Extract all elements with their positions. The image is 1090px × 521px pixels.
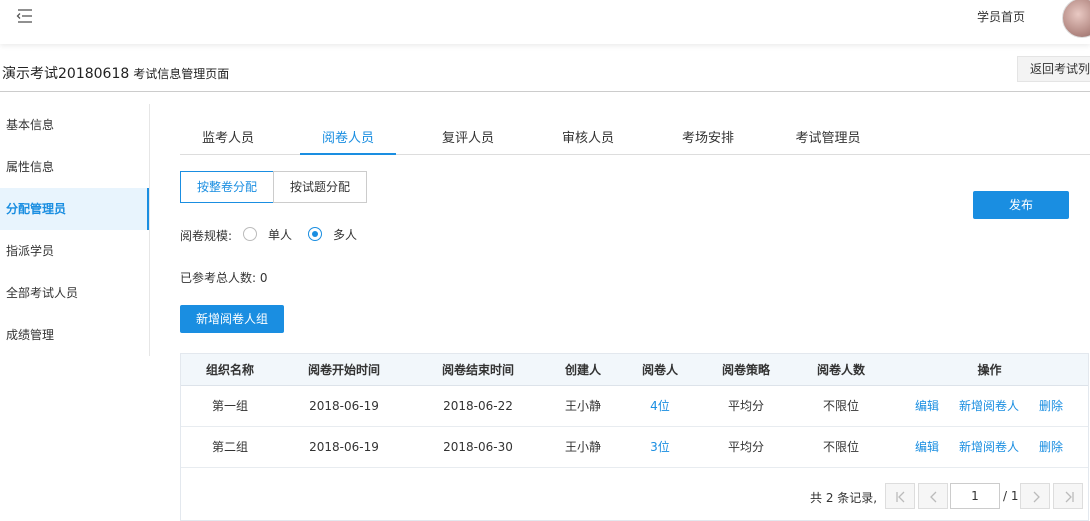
add-grader-group-button[interactable]: 新增阅卷人组 [180,305,284,333]
group-name-cell: 第一组 [211,399,248,413]
column-header: 阅卷策略 [721,363,770,377]
strategy-cell: 平均分 [727,440,764,454]
last-page-button[interactable] [1053,483,1083,509]
tab-room-arrangement[interactable]: 考场安排 [660,124,756,155]
single-grader-radio[interactable] [243,227,257,241]
role-tabs: 监考人员 阅卷人员 复评人员 审核人员 考场安排 考试管理员 [180,124,1090,155]
tab-exam-admins[interactable]: 考试管理员 [780,124,876,155]
tab-graders[interactable]: 阅卷人员 [300,124,396,155]
next-page-button[interactable] [1020,483,1050,509]
page-subtitle: 考试信息管理页面 [133,67,230,81]
participant-count: 已参考总人数: 0 [180,269,268,286]
start-time-cell: 2018-06-19 [309,440,379,454]
menu-collapse-icon[interactable] [14,7,34,25]
back-to-exam-list-button[interactable]: 返回考试列表 [1017,56,1090,82]
sidebar-item-assign-admins[interactable]: 分配管理员 [0,188,149,230]
page-number-input[interactable] [950,483,1000,509]
grader-group-table: 组织名称 阅卷开始时间 阅卷结束时间 创建人 阅卷人 阅卷策略 阅卷人数 操作 … [180,353,1089,521]
grader-limit-cell: 不限位 [822,440,859,454]
delete-link[interactable]: 删除 [1033,427,1069,468]
column-header: 阅卷人数 [816,363,865,377]
column-header: 操作 [977,363,1002,377]
edit-link[interactable]: 编辑 [907,386,947,427]
table-header: 组织名称 阅卷开始时间 阅卷结束时间 创建人 阅卷人 阅卷策略 阅卷人数 操作 [181,354,1088,386]
chevron-left-icon [930,491,937,503]
student-home-link[interactable]: 学员首页 [977,8,1025,25]
exam-name: 演示考试20180618 [2,66,130,82]
sidebar-item-all-examinees[interactable]: 全部考试人员 [0,272,149,314]
total-records-text: 共 2 条记录, [810,491,878,505]
creator-cell: 王小静 [564,440,601,454]
group-name-cell: 第二组 [211,440,248,454]
assign-by-question-button[interactable]: 按试题分配 [273,171,367,203]
graders-count-link[interactable]: 3位 [619,427,701,468]
last-page-icon [1065,491,1074,503]
prev-page-button[interactable] [918,483,948,509]
tab-auditors[interactable]: 审核人员 [540,124,636,155]
column-header: 组织名称 [205,363,254,377]
end-time-cell: 2018-06-22 [443,399,513,413]
total-pages-text: / 1 [1003,489,1019,503]
delete-link[interactable]: 删除 [1033,386,1069,427]
sidebar-item-basic-info[interactable]: 基本信息 [0,104,149,146]
chevron-right-icon [1033,491,1040,503]
page-title: 演示考试20180618 考试信息管理页面 [2,63,229,83]
column-header: 阅卷开始时间 [307,363,380,377]
grading-scale-label: 阅卷规模: [180,229,233,243]
grader-limit-cell: 不限位 [822,399,859,413]
tab-reviewers[interactable]: 复评人员 [420,124,516,155]
participant-count-label: 已参考总人数: [180,271,257,285]
tab-proctors[interactable]: 监考人员 [180,124,276,155]
table-row: 第一组 2018-06-19 2018-06-22 王小静 4位 平均分 不限位… [181,386,1088,427]
add-grader-link[interactable]: 新增阅卷人 [955,386,1023,427]
first-page-icon [896,491,905,503]
assign-by-paper-button[interactable]: 按整卷分配 [180,171,274,203]
creator-cell: 王小静 [564,399,601,413]
column-header: 创建人 [564,363,601,377]
sidebar-item-assign-students[interactable]: 指派学员 [0,230,149,272]
sidebar: 基本信息 属性信息 分配管理员 指派学员 全部考试人员 成绩管理 [0,104,150,356]
publish-button[interactable]: 发布 [973,191,1069,219]
title-bar: 演示考试20180618考试信息管理页面 返回考试列表 [0,44,1090,92]
user-avatar[interactable] [1062,0,1090,38]
edit-link[interactable]: 编辑 [907,427,947,468]
sidebar-item-score-management[interactable]: 成绩管理 [0,314,149,356]
table-row: 第二组 2018-06-19 2018-06-30 王小静 3位 平均分 不限位… [181,427,1088,468]
pagination: 共 2 条记录, / 1 [181,481,1088,511]
add-grader-link[interactable]: 新增阅卷人 [955,427,1023,468]
multi-grader-radio[interactable] [308,227,322,241]
multi-grader-label[interactable]: 多人 [333,226,357,243]
participant-count-value: 0 [259,271,268,285]
sidebar-item-attribute-info[interactable]: 属性信息 [0,146,149,188]
graders-count-link[interactable]: 4位 [619,386,701,427]
single-grader-label[interactable]: 单人 [268,226,292,243]
top-bar: 学员首页 [0,0,1090,44]
column-header: 阅卷结束时间 [441,363,514,377]
start-time-cell: 2018-06-19 [309,399,379,413]
strategy-cell: 平均分 [727,399,764,413]
end-time-cell: 2018-06-30 [443,440,513,454]
first-page-button[interactable] [885,483,915,509]
column-header: 阅卷人 [641,363,678,377]
